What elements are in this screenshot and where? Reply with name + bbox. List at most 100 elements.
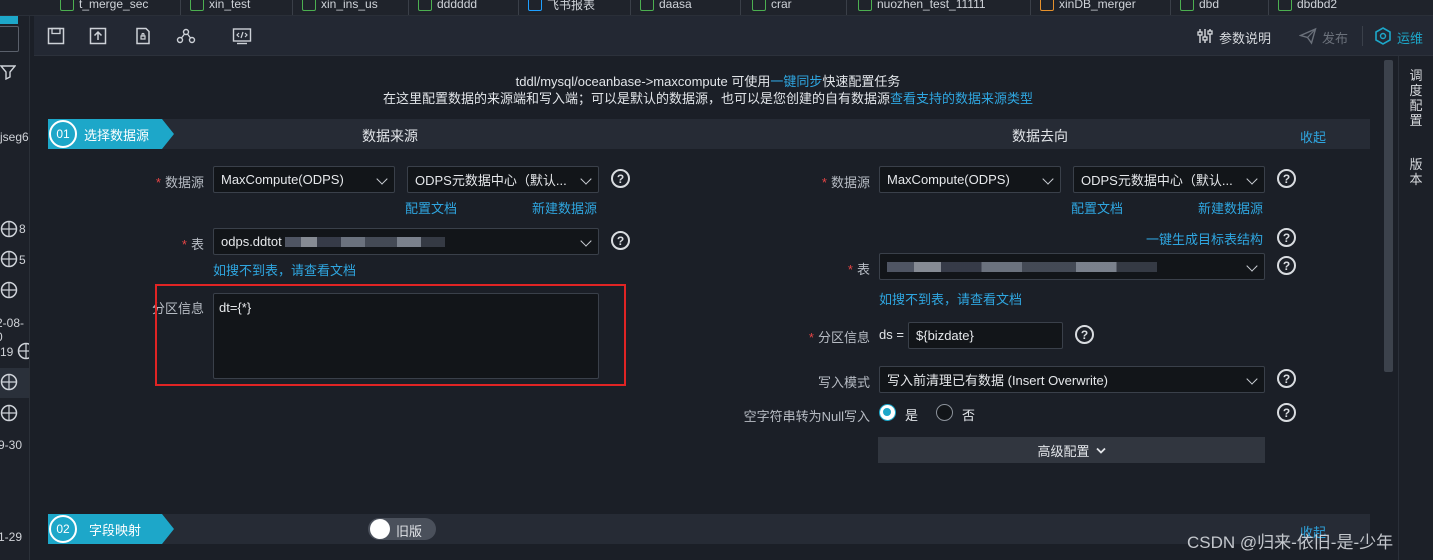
source-new-datasource-link[interactable]: 新建数据源 xyxy=(532,198,597,217)
node-circle-icon[interactable] xyxy=(0,220,18,238)
target-datasource-type-select[interactable]: MaxCompute(ODPS) xyxy=(879,166,1061,193)
editor-tab[interactable]: daasa xyxy=(640,0,692,14)
node-circle-icon[interactable] xyxy=(17,342,29,360)
target-datasource-label: * 数据源 xyxy=(821,175,870,190)
editor-tab[interactable]: crar xyxy=(752,0,792,14)
node-icon xyxy=(418,0,432,11)
editor-tab[interactable]: nuozhen_test_11111 xyxy=(858,0,986,14)
lock-file-icon[interactable] xyxy=(133,26,153,46)
sidebar-item-label: 19 xyxy=(0,345,14,359)
editor-tab[interactable]: xin_test xyxy=(190,0,250,14)
target-table-select[interactable] xyxy=(879,253,1265,280)
help-icon[interactable]: ? xyxy=(1277,169,1296,188)
editor-tab[interactable]: dddddd xyxy=(418,0,477,14)
supported-sources-link[interactable]: 查看支持的数据来源类型 xyxy=(890,91,1033,106)
ops-button[interactable]: 运维 xyxy=(1374,27,1423,48)
source-table-not-found-link[interactable]: 如搜不到表，请查看文档 xyxy=(213,260,356,279)
empty-null-yes-radio[interactable] xyxy=(879,404,896,421)
target-new-datasource-link[interactable]: 新建数据源 xyxy=(1198,198,1263,217)
source-table-select[interactable]: odps.ddtot xyxy=(213,228,599,255)
sidebar-active-button[interactable] xyxy=(0,16,18,24)
target-config-doc-link[interactable]: 配置文档 xyxy=(1071,198,1123,217)
chevron-down-icon xyxy=(580,173,592,185)
vertical-scrollbar-thumb[interactable] xyxy=(1384,60,1393,372)
sidebar-item-label: 9-30 xyxy=(0,438,23,452)
generate-target-table-link[interactable]: 一键生成目标表结构 xyxy=(1146,229,1263,248)
source-datasource-type-select[interactable]: MaxCompute(ODPS) xyxy=(213,166,395,193)
toolbar-divider xyxy=(1362,26,1363,46)
node-circle-icon[interactable] xyxy=(0,373,18,391)
editor-tab[interactable]: dbdbd2 xyxy=(1278,0,1337,14)
merge-node-icon xyxy=(1040,0,1054,11)
help-icon[interactable]: ? xyxy=(1277,369,1296,388)
version-tab[interactable]: 版本 xyxy=(1408,157,1424,187)
sidebar-item-label: 5 xyxy=(19,253,26,267)
help-icon[interactable]: ? xyxy=(1075,325,1094,344)
node-circle-icon[interactable] xyxy=(0,250,18,268)
step-2-number: 02 xyxy=(49,515,77,543)
chevron-down-icon xyxy=(376,173,388,185)
help-icon[interactable]: ? xyxy=(611,169,630,188)
empty-null-yes-label: 是 xyxy=(905,408,919,423)
node-circle-icon[interactable] xyxy=(0,404,18,422)
step-2-header: 字段映射 02 旧版 收起 xyxy=(48,514,1370,544)
help-icon[interactable]: ? xyxy=(611,231,630,250)
source-datasource-name-select[interactable]: ODPS元数据中心（默认... xyxy=(407,166,599,193)
paper-plane-icon xyxy=(1298,27,1317,48)
chevron-down-icon xyxy=(1095,443,1106,458)
empty-string-null-label: 空字符串转为Null写入 xyxy=(743,409,870,424)
publish-button[interactable]: 发布 xyxy=(1298,27,1348,48)
node-icon xyxy=(1278,0,1292,11)
source-table-label: * 表 xyxy=(181,237,204,252)
source-config-doc-link[interactable]: 配置文档 xyxy=(405,198,457,217)
node-icon xyxy=(190,0,204,11)
target-table-label: * 表 xyxy=(847,262,870,277)
advanced-config-button[interactable]: 高级配置 xyxy=(878,437,1265,463)
target-partition-key: ds = xyxy=(879,327,904,342)
source-heading: 数据来源 xyxy=(362,128,418,144)
step-1-header: 选择数据源 01 数据来源 数据去向 收起 xyxy=(48,119,1370,149)
node-icon xyxy=(60,0,74,11)
notice-line-2: 在这里配置数据的来源端和写入端；可以是默认的数据源，也可以是您创建的自有数据源查… xyxy=(382,91,1034,106)
source-datasource-label: * 数据源 xyxy=(155,175,204,190)
vertical-scrollbar-track[interactable] xyxy=(1383,56,1396,560)
sidebar-search-input[interactable] xyxy=(0,26,19,52)
code-editor-icon[interactable] xyxy=(232,26,252,46)
help-icon[interactable]: ? xyxy=(1277,228,1296,247)
help-icon[interactable]: ? xyxy=(1277,256,1296,275)
help-icon[interactable]: ? xyxy=(1277,403,1296,422)
schedule-config-tab[interactable]: 调度配置 xyxy=(1408,68,1424,128)
chevron-down-icon xyxy=(580,235,592,247)
editor-tab[interactable]: xinDB_merger xyxy=(1040,0,1136,14)
editor-tab[interactable]: dbd xyxy=(1180,0,1219,14)
editor-tab[interactable]: 飞书报表 xyxy=(528,0,595,14)
empty-null-no-radio[interactable] xyxy=(936,404,953,421)
one-click-sync-link[interactable]: 一键同步 xyxy=(770,74,822,89)
sliders-icon xyxy=(1196,27,1214,48)
editor-tab[interactable]: xin_ins_us xyxy=(302,0,378,14)
save-icon[interactable] xyxy=(46,26,66,46)
editor-tab[interactable]: t_merge_sec xyxy=(60,0,148,14)
filter-icon[interactable] xyxy=(0,64,17,81)
left-sidebar: jseg6 8 5 2-08-0 19 9-30 1-29 xyxy=(0,16,30,560)
param-doc-button[interactable]: 参数说明 xyxy=(1196,27,1271,48)
lineage-icon[interactable] xyxy=(176,26,196,46)
node-icon xyxy=(640,0,654,11)
node-circle-icon[interactable] xyxy=(0,281,18,299)
node-icon xyxy=(302,0,316,11)
target-datasource-name-select[interactable]: ODPS元数据中心（默认... xyxy=(1073,166,1265,193)
sidebar-item-label: 2-08-0 xyxy=(0,316,25,344)
step-1-number: 01 xyxy=(49,120,77,148)
node-icon xyxy=(1180,0,1194,11)
chevron-down-icon xyxy=(1042,173,1054,185)
write-mode-select[interactable]: 写入前清理已有数据 (Insert Overwrite) xyxy=(879,366,1265,393)
target-table-not-found-link[interactable]: 如搜不到表，请查看文档 xyxy=(879,289,1022,308)
chevron-down-icon xyxy=(1246,373,1258,385)
legacy-version-toggle[interactable]: 旧版 xyxy=(368,518,436,540)
highlight-annotation-box xyxy=(155,284,626,386)
editor-tab-strip: t_merge_sec xin_test xin_ins_us dddddd 飞… xyxy=(0,0,1433,16)
submit-icon[interactable] xyxy=(88,26,108,46)
collapse-step-1-link[interactable]: 收起 xyxy=(1300,127,1326,146)
target-partition-input[interactable]: ${bizdate} xyxy=(908,322,1063,349)
sidebar-item-label: jseg6 xyxy=(0,130,29,144)
